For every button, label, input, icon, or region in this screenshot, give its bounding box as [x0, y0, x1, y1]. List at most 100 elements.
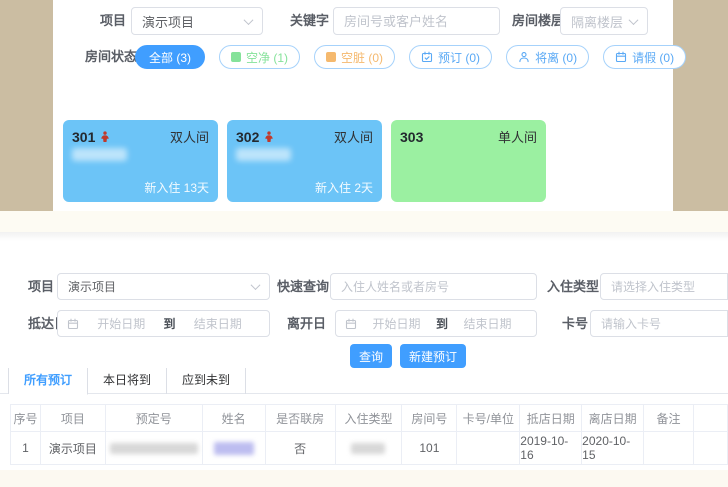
- room-board-section: 项目 演示项目 关键字 房间楼层 隔离楼层 房间状态: [0, 0, 728, 211]
- tab-expected-not-arrived[interactable]: 应到未到: [167, 368, 246, 394]
- floor-select-placeholder: 隔离楼层: [571, 12, 630, 31]
- chevron-down-icon: [244, 15, 254, 25]
- green-square-icon: [231, 52, 241, 62]
- checkin-type-redacted: [351, 443, 385, 454]
- guest-name-redacted: [72, 148, 127, 161]
- section-divider-band: [0, 211, 728, 232]
- start-date-placeholder: 开始日期: [357, 315, 436, 332]
- occupied-person-icon: [100, 131, 110, 142]
- room-card-header: 302 双人间: [236, 127, 373, 146]
- guest-name-redacted: [214, 442, 254, 455]
- project-label: 项目: [100, 7, 126, 35]
- calendar-icon: [345, 318, 357, 330]
- checkin-type-select[interactable]: [600, 273, 728, 300]
- header-booking-no: 预定号: [106, 405, 203, 432]
- cell-arrival-date: 2019-10-16: [520, 432, 582, 465]
- status-leave-button[interactable]: 请假 (0): [603, 45, 686, 69]
- project-select[interactable]: 演示项目: [131, 7, 263, 35]
- room-type: 单人间: [498, 127, 537, 146]
- status-leave-label: 请假 (0): [632, 49, 674, 66]
- cell-room-no: 101: [402, 432, 457, 465]
- checkin-type-input[interactable]: [611, 280, 717, 294]
- status-departing-button[interactable]: 将离 (0): [506, 45, 589, 69]
- booking-no-redacted: [110, 443, 198, 454]
- status-reserved-label: 预订 (0): [438, 49, 480, 66]
- card-number-input[interactable]: [601, 317, 717, 331]
- room-card-header: 303 单人间: [400, 127, 537, 146]
- screen: 项目 演示项目 关键字 房间楼层 隔离楼层 房间状态: [0, 0, 728, 487]
- room-type: 双人间: [170, 127, 209, 146]
- arrival-date-range-picker[interactable]: 开始日期 到 结束日期: [57, 310, 270, 337]
- table-header-row: 序号 项目 预定号 姓名 是否联房 入住类型 房间号 卡号/单位 抵店日期 离店…: [10, 404, 728, 432]
- quick-search-input-box: [330, 273, 537, 300]
- orange-square-icon: [326, 52, 336, 62]
- header-room-no: 房间号: [402, 405, 457, 432]
- room-status-label: 房间状态: [85, 45, 137, 69]
- header-remark: 备注: [644, 405, 694, 432]
- action-buttons: 查询 新建预订: [350, 344, 466, 368]
- status-reserved-button[interactable]: 预订 (0): [409, 45, 492, 69]
- room-card-header: 301 双人间: [72, 127, 209, 146]
- card-number-input-box: [590, 310, 728, 337]
- quick-search-input[interactable]: [341, 280, 526, 294]
- header-name: 姓名: [203, 405, 266, 432]
- quick-search-label: 快速查询: [277, 273, 329, 300]
- checkin-type-label: 入住类型: [547, 273, 599, 300]
- room-board-panel: 项目 演示项目 关键字 房间楼层 隔离楼层 房间状态: [53, 0, 673, 211]
- chevron-down-icon: [251, 280, 261, 290]
- departure-date-label: 离开日: [287, 310, 326, 337]
- status-vacant-dirty-button[interactable]: 空脏 (0): [314, 45, 395, 69]
- status-vacant-clean-button[interactable]: 空净 (1): [219, 45, 300, 69]
- cell-seq: 1: [11, 432, 41, 465]
- reservation-tabs: 所有预订 本日将到 应到未到: [8, 368, 246, 394]
- room-card-301[interactable]: 301 双人间 新入住 13天: [63, 120, 218, 202]
- project-select-value: 演示项目: [68, 278, 252, 295]
- top-shadow: [0, 232, 728, 241]
- room-card-302[interactable]: 302 双人间 新入住 2天: [227, 120, 382, 202]
- tab-arriving-today[interactable]: 本日将到: [88, 368, 167, 394]
- cell-booking-no: [106, 432, 203, 465]
- cell-extra: [694, 432, 728, 465]
- tab-all-reservations[interactable]: 所有预订: [9, 368, 88, 395]
- floor-label: 房间楼层: [512, 7, 564, 35]
- header-project: 项目: [41, 405, 106, 432]
- table-row[interactable]: 1 演示项目 否 101 2019-10-16 2020-10-15: [10, 432, 728, 465]
- header-arrival-date: 抵店日期: [520, 405, 582, 432]
- room-card-303[interactable]: 303 单人间: [391, 120, 546, 202]
- status-vacant-clean-label: 空净 (1): [246, 49, 288, 66]
- status-all-button[interactable]: 全部 (3): [135, 45, 205, 69]
- query-button[interactable]: 查询: [350, 344, 392, 368]
- room-number: 301: [72, 129, 95, 145]
- card-number-label: 卡号: [562, 310, 588, 337]
- status-vacant-dirty-label: 空脏 (0): [341, 49, 383, 66]
- end-date-placeholder: 结束日期: [448, 315, 527, 332]
- cell-departure-date: 2020-10-15: [582, 432, 644, 465]
- keyword-label: 关键字: [290, 7, 329, 35]
- project-select-value: 演示项目: [142, 12, 245, 31]
- cell-remark: [644, 432, 694, 465]
- occupied-person-icon: [264, 131, 274, 142]
- person-icon: [518, 51, 530, 63]
- project-label: 项目: [28, 273, 54, 300]
- keyword-input[interactable]: [344, 14, 489, 29]
- end-date-placeholder: 结束日期: [176, 315, 261, 332]
- cell-card-unit: [457, 432, 520, 465]
- cell-is-linked: 否: [266, 432, 336, 465]
- room-status-buttons: 全部 (3) 空净 (1) 空脏 (0) 预订 (0): [135, 45, 686, 69]
- reservation-filter-row-2: 抵达日 开始日期 到 结束日期 离开日 开始日期 到 结束日期 卡号: [0, 310, 728, 337]
- floor-select[interactable]: 隔离楼层: [560, 7, 648, 35]
- reservation-filter-row-1: 项目 演示项目 快速查询 入住类型: [0, 273, 728, 300]
- room-note: 新入住 13天: [144, 179, 209, 196]
- departure-date-range-picker[interactable]: 开始日期 到 结束日期: [335, 310, 537, 337]
- range-separator: 到: [436, 315, 448, 332]
- new-booking-button[interactable]: 新建预订: [400, 344, 466, 368]
- cell-project: 演示项目: [41, 432, 106, 465]
- start-date-placeholder: 开始日期: [79, 315, 164, 332]
- room-number: 302: [236, 129, 259, 145]
- room-board-filter-row: 项目 演示项目 关键字 房间楼层 隔离楼层: [53, 7, 673, 35]
- chevron-down-icon: [629, 15, 639, 25]
- bottom-band: [0, 470, 728, 487]
- project-select[interactable]: 演示项目: [57, 273, 270, 300]
- status-departing-label: 将离 (0): [535, 49, 577, 66]
- room-cards: 301 双人间 新入住 13天 302 双: [63, 120, 546, 202]
